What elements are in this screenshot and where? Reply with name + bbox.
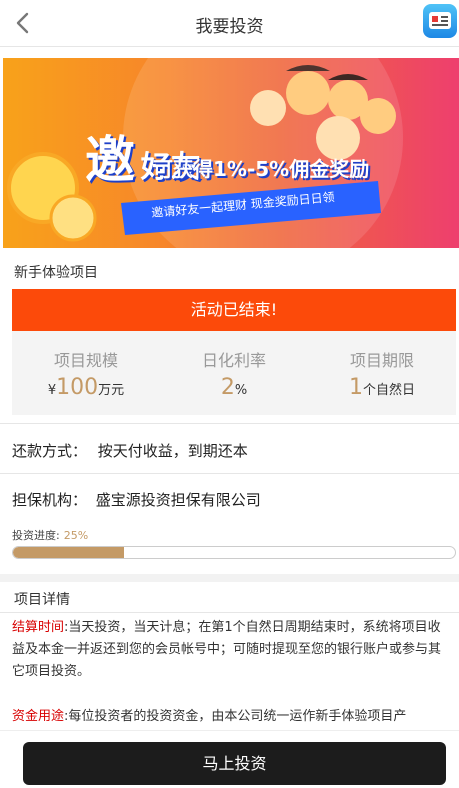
stat-term-number: 1 bbox=[348, 375, 363, 400]
page-title: 我要投资 bbox=[195, 17, 264, 37]
repay-method-value: 按天付收益，到期还本 bbox=[97, 442, 248, 460]
stat-scale-number: 100 bbox=[56, 375, 99, 400]
progress-label-row: 投资进度: 25% bbox=[12, 527, 88, 543]
stat-scale-value: ¥100万元 bbox=[12, 375, 160, 400]
stat-rate-value: 2% bbox=[160, 375, 308, 400]
stat-scale-unit: 万元 bbox=[98, 383, 125, 398]
settlement-text: :当天投资，当天计息；在第1个自然日周期结束时，系统将项目收益及本金一并返还到您… bbox=[12, 620, 442, 679]
details-title: 项目详情 bbox=[14, 592, 70, 608]
stat-rate: 日化利率 2% bbox=[160, 331, 308, 415]
banner-headline-char: 邀 bbox=[85, 131, 135, 189]
divider bbox=[0, 612, 459, 613]
promo-banner[interactable]: 邀 好友 可获得1%-5%佣金奖励 邀请好友一起理财 现金奖励日日领 bbox=[3, 58, 459, 248]
progress-label: 投资进度: bbox=[12, 529, 60, 542]
stat-term-label: 项目期限 bbox=[349, 351, 414, 370]
repay-method-label: 还款方式： bbox=[12, 442, 88, 460]
settlement-label: 结算时间 bbox=[12, 620, 65, 635]
invest-now-button[interactable]: 马上投资 bbox=[23, 742, 446, 785]
guarantee-value: 盛宝源投资担保有限公司 bbox=[95, 491, 261, 509]
stat-scale-label: 项目规模 bbox=[53, 351, 118, 370]
funds-use-label: 资金用途 bbox=[12, 709, 65, 724]
project-title: 新手体验项目 bbox=[14, 265, 98, 281]
currency-symbol: ¥ bbox=[47, 383, 57, 398]
stat-rate-unit: % bbox=[234, 383, 248, 398]
section-gap bbox=[0, 574, 459, 582]
progress-fill bbox=[13, 547, 124, 558]
stat-term: 项目期限 1个自然日 bbox=[308, 331, 456, 415]
funds-use-text: :每位投资者的投资资金，由本公司统一运作新手体验项目产 bbox=[64, 709, 407, 724]
bottom-action-bar: 马上投资 bbox=[0, 730, 459, 788]
divider bbox=[0, 423, 459, 424]
guarantee-label: 担保机构： bbox=[12, 491, 88, 509]
guarantee-row: 担保机构： 盛宝源投资担保有限公司 bbox=[12, 489, 261, 510]
repay-method-row: 还款方式： 按天付收益，到期还本 bbox=[12, 440, 248, 461]
progress-percent: 25% bbox=[63, 529, 89, 542]
project-stats: 项目规模 ¥100万元 日化利率 2% 项目期限 1个自然日 bbox=[12, 331, 456, 415]
stat-scale: 项目规模 ¥100万元 bbox=[12, 331, 160, 415]
status-banner: 活动已结束! bbox=[12, 289, 456, 331]
divider bbox=[0, 473, 459, 474]
investment-progress-bar bbox=[12, 546, 456, 559]
app-shortcut-icon[interactable] bbox=[423, 4, 457, 38]
stat-rate-number: 2 bbox=[220, 375, 235, 400]
top-nav-bar: 我要投资 bbox=[0, 0, 459, 47]
funds-use-paragraph: 资金用途:每位投资者的投资资金，由本公司统一运作新手体验项目产 bbox=[12, 706, 450, 728]
stat-rate-label: 日化利率 bbox=[201, 351, 266, 370]
banner-subline: 可获得1%-5%佣金奖励 bbox=[153, 157, 370, 181]
stat-term-value: 1个自然日 bbox=[308, 375, 456, 400]
settlement-paragraph: 结算时间:当天投资，当天计息；在第1个自然日周期结束时，系统将项目收益及本金一并… bbox=[12, 617, 450, 683]
stat-term-unit: 个自然日 bbox=[362, 383, 415, 398]
